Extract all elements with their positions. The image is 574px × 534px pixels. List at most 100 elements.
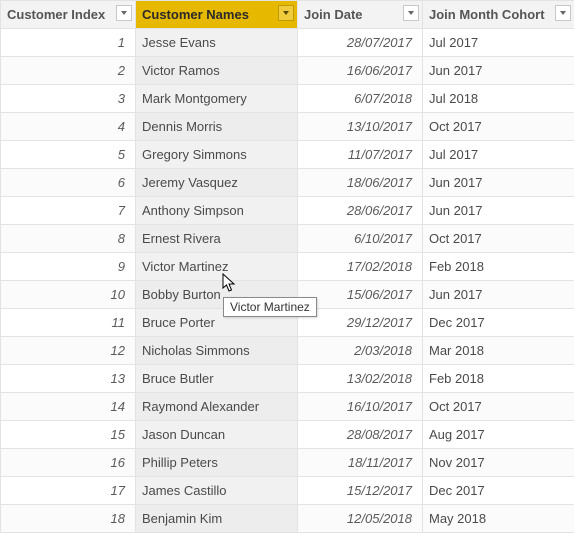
cell-cohort[interactable]: Aug 2017 — [423, 421, 574, 449]
chevron-down-icon — [407, 9, 415, 17]
chevron-down-icon — [282, 9, 290, 17]
cell-cohort[interactable]: Oct 2017 — [423, 393, 574, 421]
table-row[interactable]: 16Phillip Peters18/11/2017Nov 2017 — [1, 449, 574, 477]
column-filter-dropdown[interactable] — [116, 5, 132, 21]
cell-date[interactable]: 16/06/2017 — [298, 57, 423, 85]
table-row[interactable]: 9Victor Martinez17/02/2018Feb 2018 — [1, 253, 574, 281]
column-header-customer-index[interactable]: Customer Index — [1, 1, 136, 29]
cell-date[interactable]: 12/05/2018 — [298, 505, 423, 533]
cell-date[interactable]: 6/10/2017 — [298, 225, 423, 253]
cell-cohort[interactable]: Feb 2018 — [423, 253, 574, 281]
table-header: Customer Index Customer Names — [1, 1, 574, 29]
table-row[interactable]: 4Dennis Morris13/10/2017Oct 2017 — [1, 113, 574, 141]
cell-name[interactable]: Jesse Evans — [136, 29, 298, 57]
cell-date[interactable]: 2/03/2018 — [298, 337, 423, 365]
cell-name[interactable]: Raymond Alexander — [136, 393, 298, 421]
table-row[interactable]: 8Ernest Rivera6/10/2017Oct 2017 — [1, 225, 574, 253]
cell-name[interactable]: Anthony Simpson — [136, 197, 298, 225]
table-row[interactable]: 3Mark Montgomery6/07/2018Jul 2018 — [1, 85, 574, 113]
cell-name[interactable]: Ernest Rivera — [136, 225, 298, 253]
cell-index[interactable]: 8 — [1, 225, 136, 253]
cell-name[interactable]: Mark Montgomery — [136, 85, 298, 113]
column-header-customer-names[interactable]: Customer Names — [136, 1, 298, 29]
cell-cohort[interactable]: Oct 2017 — [423, 113, 574, 141]
cell-name[interactable]: Benjamin Kim — [136, 505, 298, 533]
cell-cohort[interactable]: May 2018 — [423, 505, 574, 533]
cell-index[interactable]: 3 — [1, 85, 136, 113]
column-header-join-date[interactable]: Join Date — [298, 1, 423, 29]
column-filter-dropdown[interactable] — [278, 5, 294, 21]
cell-name[interactable]: Gregory Simmons — [136, 141, 298, 169]
cell-cohort[interactable]: Jul 2017 — [423, 29, 574, 57]
cell-cohort[interactable]: Oct 2017 — [423, 225, 574, 253]
cell-index[interactable]: 7 — [1, 197, 136, 225]
cell-index[interactable]: 16 — [1, 449, 136, 477]
cell-index[interactable]: 18 — [1, 505, 136, 533]
table-row[interactable]: 12Nicholas Simmons2/03/2018Mar 2018 — [1, 337, 574, 365]
cell-index[interactable]: 4 — [1, 113, 136, 141]
chevron-down-icon — [120, 9, 128, 17]
cell-index[interactable]: 5 — [1, 141, 136, 169]
cell-name[interactable]: Jeremy Vasquez — [136, 169, 298, 197]
cell-cohort[interactable]: Dec 2017 — [423, 309, 574, 337]
cell-cohort[interactable]: Feb 2018 — [423, 365, 574, 393]
cell-date[interactable]: 28/07/2017 — [298, 29, 423, 57]
cell-date[interactable]: 18/06/2017 — [298, 169, 423, 197]
cell-date[interactable]: 13/10/2017 — [298, 113, 423, 141]
cell-index[interactable]: 13 — [1, 365, 136, 393]
cell-date[interactable]: 28/06/2017 — [298, 197, 423, 225]
cell-name[interactable]: James Castillo — [136, 477, 298, 505]
cell-cohort[interactable]: Nov 2017 — [423, 449, 574, 477]
cell-index[interactable]: 17 — [1, 477, 136, 505]
cell-cohort[interactable]: Jul 2018 — [423, 85, 574, 113]
column-filter-dropdown[interactable] — [403, 5, 419, 21]
cell-cohort[interactable]: Jun 2017 — [423, 197, 574, 225]
cell-cohort[interactable]: Jun 2017 — [423, 169, 574, 197]
cell-cohort[interactable]: Dec 2017 — [423, 477, 574, 505]
table-row[interactable]: 5Gregory Simmons11/07/2017Jul 2017 — [1, 141, 574, 169]
cell-date[interactable]: 15/12/2017 — [298, 477, 423, 505]
cell-index[interactable]: 11 — [1, 309, 136, 337]
table-row[interactable]: 7Anthony Simpson28/06/2017Jun 2017 — [1, 197, 574, 225]
cell-name[interactable]: Nicholas Simmons — [136, 337, 298, 365]
table-row[interactable]: 13Bruce Butler13/02/2018Feb 2018 — [1, 365, 574, 393]
cell-name[interactable]: Phillip Peters — [136, 449, 298, 477]
cell-date[interactable]: 18/11/2017 — [298, 449, 423, 477]
cell-name[interactable]: Victor Ramos — [136, 57, 298, 85]
cell-date[interactable]: 13/02/2018 — [298, 365, 423, 393]
table-row[interactable]: 14Raymond Alexander16/10/2017Oct 2017 — [1, 393, 574, 421]
column-header-join-month-cohort[interactable]: Join Month Cohort — [423, 1, 574, 29]
table-row[interactable]: 18Benjamin Kim12/05/2018May 2018 — [1, 505, 574, 533]
cell-date[interactable]: 16/10/2017 — [298, 393, 423, 421]
column-label: Customer Names — [142, 7, 249, 22]
cell-name[interactable]: Jason Duncan — [136, 421, 298, 449]
cell-index[interactable]: 9 — [1, 253, 136, 281]
cell-cohort[interactable]: Jul 2017 — [423, 141, 574, 169]
cell-index[interactable]: 12 — [1, 337, 136, 365]
table-row[interactable]: 15Jason Duncan28/08/2017Aug 2017 — [1, 421, 574, 449]
table-body: 1Jesse Evans28/07/2017Jul 20172Victor Ra… — [1, 29, 574, 533]
cell-index[interactable]: 14 — [1, 393, 136, 421]
cell-index[interactable]: 1 — [1, 29, 136, 57]
cell-date[interactable]: 28/08/2017 — [298, 421, 423, 449]
cell-index[interactable]: 6 — [1, 169, 136, 197]
table-row[interactable]: 2Victor Ramos16/06/2017Jun 2017 — [1, 57, 574, 85]
cell-index[interactable]: 15 — [1, 421, 136, 449]
chevron-down-icon — [559, 9, 567, 17]
cell-name[interactable]: Dennis Morris — [136, 113, 298, 141]
cell-name[interactable]: Bruce Butler — [136, 365, 298, 393]
cell-index[interactable]: 10 — [1, 281, 136, 309]
cell-index[interactable]: 2 — [1, 57, 136, 85]
column-filter-dropdown[interactable] — [555, 5, 571, 21]
column-label: Join Month Cohort — [429, 7, 545, 22]
cell-date[interactable]: 11/07/2017 — [298, 141, 423, 169]
table-row[interactable]: 1Jesse Evans28/07/2017Jul 2017 — [1, 29, 574, 57]
table-row[interactable]: 6Jeremy Vasquez18/06/2017Jun 2017 — [1, 169, 574, 197]
cell-date[interactable]: 6/07/2018 — [298, 85, 423, 113]
cell-cohort[interactable]: Jun 2017 — [423, 57, 574, 85]
cell-cohort[interactable]: Jun 2017 — [423, 281, 574, 309]
cell-date[interactable]: 17/02/2018 — [298, 253, 423, 281]
table-row[interactable]: 17James Castillo15/12/2017Dec 2017 — [1, 477, 574, 505]
cell-name[interactable]: Victor Martinez — [136, 253, 298, 281]
cell-cohort[interactable]: Mar 2018 — [423, 337, 574, 365]
